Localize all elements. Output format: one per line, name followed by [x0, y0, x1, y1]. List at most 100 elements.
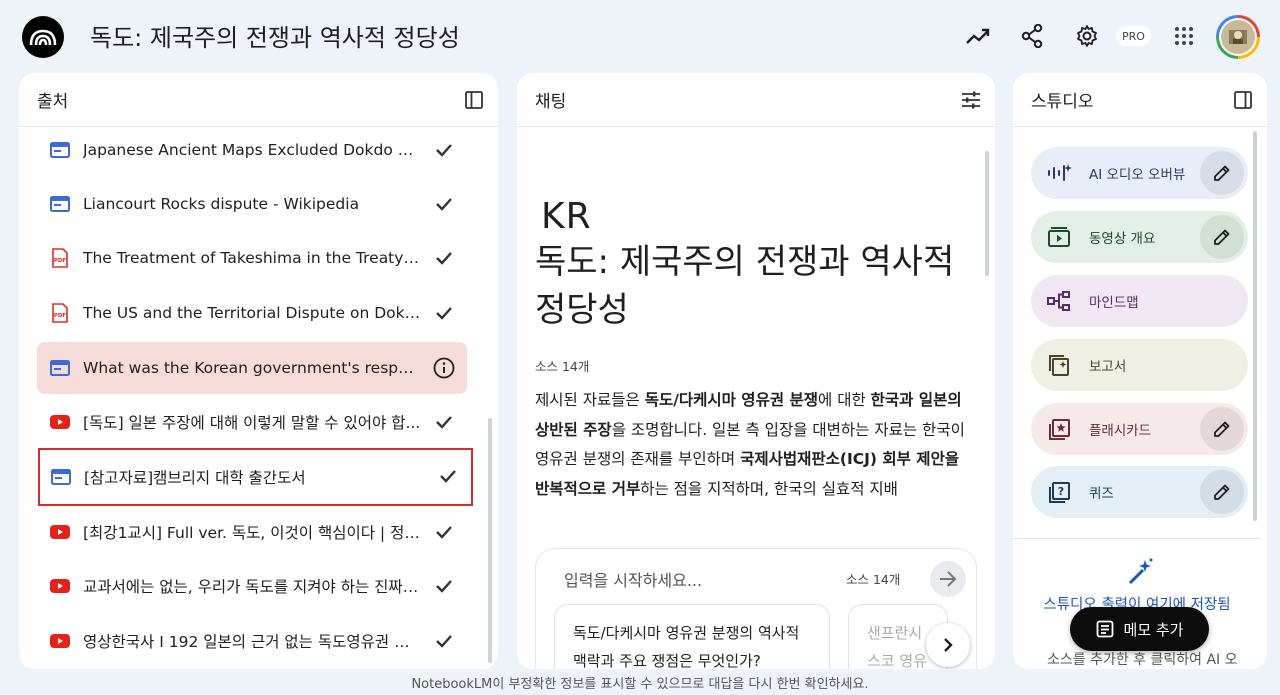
suggested-question[interactable]: 독도/다케시마 영유권 분쟁의 역사적 맥락과 주요 쟁점은 무엇인가? [554, 604, 830, 669]
source-item[interactable]: 영상한국사 I 192 일본의 근거 없는 독도영유권 주장 [37, 615, 467, 667]
source-checkbox[interactable] [433, 630, 455, 652]
quiz-icon: ? [1045, 478, 1073, 506]
chat-scrollbar[interactable] [985, 151, 989, 276]
source-item[interactable]: [최강1교시] Full ver. 독도, 이것이 핵심이다 | 정치... [37, 506, 467, 558]
sources-header: 출처 [19, 73, 498, 127]
source-checkbox[interactable] [433, 302, 455, 324]
source-item[interactable]: PDF The Treatment of Takeshima in the Tre… [37, 232, 467, 284]
flashcard-icon [1045, 415, 1073, 443]
collapse-panel-icon[interactable] [462, 88, 486, 112]
apps-grid-icon[interactable] [1170, 22, 1198, 50]
source-checkbox[interactable] [433, 411, 455, 433]
source-label: The Treatment of Takeshima in the Treaty… [83, 249, 421, 267]
pro-badge: PRO [1116, 26, 1151, 46]
disclaimer-footer: NotebookLM이 부정확한 정보를 표시할 수 있으므로 대답을 다시 한… [411, 677, 869, 692]
source-label: [참고자료]캠브리지 대학 출간도서 [84, 469, 306, 487]
next-suggestion-button[interactable] [926, 623, 970, 667]
notebook-summary: 제시된 자료들은 독도/다케시마 영유권 분쟁에 대한 한국과 일본의 상반된 … [535, 391, 965, 498]
edit-pencil-icon[interactable] [1200, 215, 1244, 259]
share-icon[interactable] [1018, 22, 1046, 50]
chat-settings-sliders-icon[interactable] [959, 88, 983, 112]
source-label: Liancourt Rocks dispute - Wikipedia [83, 195, 360, 213]
studio-card[interactable]: 마인드맵 [1031, 275, 1248, 327]
studio-card-label: 퀴즈 [1089, 486, 1114, 502]
studio-card-label: 보고서 [1089, 359, 1127, 375]
add-note-button[interactable]: 메모 추가 [1070, 607, 1209, 651]
source-checkbox[interactable] [433, 247, 455, 269]
svg-text:?: ? [1058, 485, 1064, 498]
youtube-icon [49, 523, 71, 541]
source-item[interactable]: Liancourt Rocks dispute - Wikipedia [37, 178, 467, 230]
youtube-icon [49, 413, 71, 431]
video-icon [1045, 223, 1073, 251]
analytics-trend-icon[interactable] [964, 22, 992, 50]
sources-title: 출처 [37, 92, 69, 112]
notebook-title[interactable]: 독도: 제국주의 전쟁과 역사적 정당성 [90, 18, 460, 53]
chat-header: 채팅 [517, 73, 995, 127]
source-label: [독도] 일본 주장에 대해 이렇게 말할 수 있어야 합... [83, 414, 421, 432]
source-label: 교과서에는 없는, 우리가 독도를 지켜야 하는 진짜 ... [83, 578, 421, 596]
app-header: 독도: 제국주의 전쟁과 역사적 정당성 PRO [0, 0, 1280, 72]
edit-pencil-icon[interactable] [1200, 470, 1244, 514]
source-label: [최강1교시] Full ver. 독도, 이것이 핵심이다 | 정치... [83, 524, 421, 542]
svg-text:PDF: PDF [54, 313, 67, 319]
svg-text:PDF: PDF [54, 258, 67, 264]
source-item[interactable]: Japanese Ancient Maps Excluded Dokdo – T… [37, 128, 467, 176]
pdf-icon: PDF [49, 303, 71, 323]
source-item[interactable]: [독도] 일본 주장에 대해 이렇게 말할 수 있어야 합... [37, 396, 467, 448]
mindmap-icon [1045, 287, 1073, 315]
source-item[interactable]: PDF The US and the Territorial Dispute on… [37, 287, 467, 339]
notebooklm-logo-icon[interactable] [22, 16, 64, 58]
chat-content: KR 독도: 제국주의 전쟁과 역사적 정당성 소스 14개 제시된 자료들은 … [517, 128, 995, 669]
web-icon [50, 468, 72, 486]
web-icon [49, 141, 71, 159]
collapse-panel-icon[interactable] [1231, 88, 1255, 112]
studio-card-label: 마인드맵 [1089, 295, 1139, 311]
source-count: 소스 14개 [535, 359, 590, 374]
studio-card[interactable]: AI 오디오 오버뷰 [1031, 147, 1248, 199]
youtube-icon [49, 577, 71, 595]
source-label: 영상한국사 I 192 일본의 근거 없는 독도영유권 주장 [83, 633, 421, 651]
pdf-icon: PDF [49, 248, 71, 268]
studio-panel: 스튜디오 AI 오디오 오버뷰 동영상 개요 마인드맵 보고서 플래시카드? 퀴즈 스튜디… [1013, 73, 1267, 669]
source-label: Japanese Ancient Maps Excluded Dokdo – T… [83, 141, 421, 159]
settings-gear-icon[interactable] [1073, 22, 1101, 50]
chat-input[interactable]: 입력을 시작하세요... [564, 567, 702, 591]
source-item[interactable]: 교과서에는 없는, 우리가 독도를 지켜야 하는 진짜 ... [37, 560, 467, 612]
send-button[interactable] [930, 561, 966, 597]
source-checkbox[interactable] [433, 139, 455, 161]
studio-card[interactable]: 동영상 개요 [1031, 211, 1248, 263]
source-label: The US and the Territorial Dispute on Do… [83, 304, 421, 322]
studio-scrollbar[interactable] [1253, 131, 1257, 521]
chat-input-area: 입력을 시작하세요... 소스 14개 독도/다케시마 영유권 분쟁의 역사적 … [535, 548, 977, 669]
sources-scrollbar[interactable] [488, 418, 492, 663]
magic-wand-icon [1125, 557, 1155, 591]
studio-hint: 소스를 추가한 후 클릭하여 AI 오 [1047, 652, 1238, 668]
studio-card-label: 플래시카드 [1089, 423, 1152, 439]
studio-card[interactable]: 플래시카드 [1031, 403, 1248, 455]
notebook-heading: 독도: 제국주의 전쟁과 역사적 정당성 [535, 242, 955, 330]
source-item[interactable]: [참고자료]캠브리지 대학 출간도서 [38, 448, 473, 506]
source-checkbox[interactable] [433, 521, 455, 543]
studio-divider [1013, 538, 1261, 539]
info-icon[interactable] [433, 357, 455, 379]
studio-card-label: AI 오디오 오버뷰 [1089, 167, 1186, 183]
edit-pencil-icon[interactable] [1200, 151, 1244, 195]
note-icon [1096, 620, 1113, 638]
source-item[interactable]: What was the Korean government's respons… [37, 342, 467, 394]
chat-title: 채팅 [535, 92, 567, 112]
edit-pencil-icon[interactable] [1200, 407, 1244, 451]
add-note-label: 메모 추가 [1123, 620, 1184, 639]
chat-panel: 채팅 KR 독도: 제국주의 전쟁과 역사적 정당성 소스 14개 제시된 자료… [517, 73, 995, 669]
source-list: Japanese Ancient Maps Excluded Dokdo – T… [19, 128, 498, 668]
studio-card[interactable]: ? 퀴즈 [1031, 466, 1248, 518]
studio-card[interactable]: 보고서 [1031, 339, 1248, 391]
web-icon [49, 359, 71, 377]
source-checkbox[interactable] [437, 465, 459, 487]
source-checkbox[interactable] [433, 575, 455, 597]
chevron-right-icon [944, 638, 953, 652]
source-checkbox[interactable] [433, 193, 455, 215]
user-avatar[interactable] [1216, 15, 1260, 59]
notebook-emoji: KR [541, 196, 592, 237]
audio-waveform-icon [1045, 159, 1073, 187]
